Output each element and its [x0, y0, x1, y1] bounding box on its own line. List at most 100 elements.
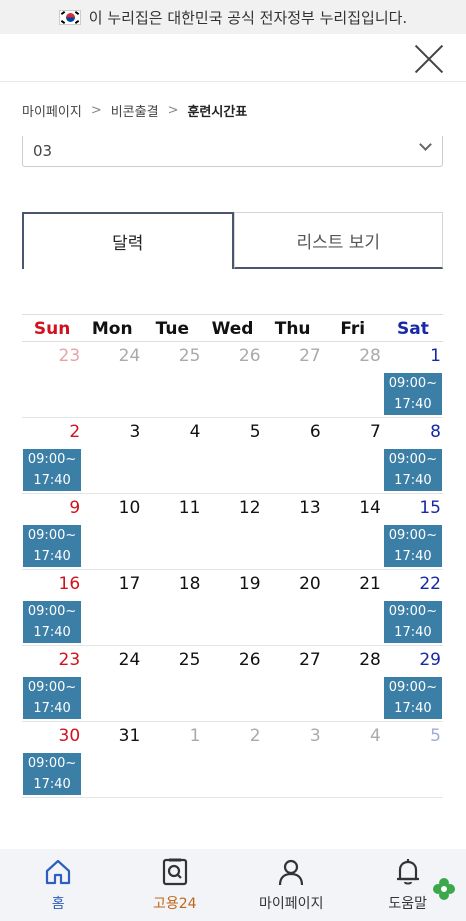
- nav-mypage-label: 마이페이지: [259, 896, 324, 912]
- calendar-day-number: 4: [370, 726, 381, 746]
- weekday-sat: Sat: [396, 319, 429, 339]
- calendar-day[interactable]: 23: [22, 342, 82, 417]
- calendar-day[interactable]: 27: [263, 342, 323, 417]
- calendar-event[interactable]: 09:00~ 17:40: [383, 677, 442, 719]
- calendar-day-number: 22: [419, 574, 441, 594]
- weekday-thu: Thu: [274, 319, 311, 339]
- event-start-time: 09:00~: [27, 452, 77, 467]
- month-select-value: 03: [33, 142, 53, 160]
- calendar-day[interactable]: 9 09:00~ 17:40: [22, 494, 82, 569]
- calendar-event[interactable]: 09:00~ 17:40: [23, 753, 82, 795]
- calendar-day[interactable]: 25: [142, 342, 202, 417]
- calendar-day[interactable]: 10: [82, 494, 142, 569]
- calendar-day-number: 28: [359, 346, 381, 366]
- event-start-time: 09:00~: [388, 604, 438, 619]
- calendar-day[interactable]: 23 09:00~ 17:40: [22, 646, 82, 721]
- breadcrumb: 마이페이지 > 비콘출결 > 훈련시간표: [22, 101, 247, 120]
- close-icon[interactable]: [414, 44, 444, 74]
- clover-mascot-icon: [433, 878, 455, 900]
- calendar-event[interactable]: 09:00~ 17:40: [383, 373, 442, 415]
- calendar-day[interactable]: 16 09:00~ 17:40: [22, 570, 82, 645]
- calendar-day[interactable]: 5: [202, 418, 262, 493]
- calendar-day[interactable]: 2: [202, 722, 262, 797]
- calendar-day[interactable]: 24: [82, 342, 142, 417]
- calendar-event[interactable]: 09:00~ 17:40: [23, 677, 82, 719]
- calendar-day[interactable]: 27: [263, 646, 323, 721]
- bell-icon: [396, 859, 419, 885]
- calendar-day[interactable]: 15 09:00~ 17:40: [383, 494, 443, 569]
- event-start-time: 09:00~: [27, 756, 77, 771]
- breadcrumb-item-beacon[interactable]: 비콘출결: [111, 101, 159, 120]
- calendar-day[interactable]: 30 09:00~ 17:40: [22, 722, 82, 797]
- calendar-day[interactable]: 4: [323, 722, 383, 797]
- calendar-day[interactable]: 18: [142, 570, 202, 645]
- person-icon: [279, 859, 304, 886]
- calendar-day[interactable]: 4: [142, 418, 202, 493]
- calendar-day[interactable]: 1 09:00~ 17:40: [383, 342, 443, 417]
- calendar-day-number: 23: [58, 346, 81, 366]
- calendar-event[interactable]: 09:00~ 17:40: [23, 601, 82, 643]
- calendar-day[interactable]: 8 09:00~ 17:40: [383, 418, 443, 493]
- tab-list[interactable]: 리스트 보기: [233, 212, 443, 269]
- gov-banner: 이 누리집은 대한민국 공식 전자정부 누리집입니다.: [0, 0, 466, 34]
- calendar-day[interactable]: 28: [323, 646, 383, 721]
- calendar-day[interactable]: 31: [82, 722, 142, 797]
- calendar-day-number: 3: [309, 726, 321, 746]
- calendar-day[interactable]: 11: [142, 494, 202, 569]
- calendar-day-number: 28: [359, 650, 381, 670]
- calendar-event[interactable]: 09:00~ 17:40: [383, 525, 442, 567]
- calendar-week: 9 09:00~ 17:40 10 11 12 13 14 15 09:00~ 17:40: [22, 494, 443, 570]
- nav-work24[interactable]: 고용24: [117, 849, 234, 921]
- calendar-day-number: 7: [370, 422, 381, 442]
- calendar-day[interactable]: 19: [202, 570, 262, 645]
- calendar-day[interactable]: 21: [323, 570, 383, 645]
- calendar-day[interactable]: 6: [263, 418, 323, 493]
- month-select[interactable]: 03: [22, 136, 443, 167]
- calendar-event[interactable]: 09:00~ 17:40: [383, 449, 442, 491]
- calendar-event[interactable]: 09:00~ 17:40: [23, 449, 82, 491]
- tab-calendar[interactable]: 달력: [22, 212, 234, 269]
- breadcrumb-item-mypage[interactable]: 마이페이지: [22, 101, 82, 120]
- calendar-day[interactable]: 3: [263, 722, 323, 797]
- calendar-day-number: 2: [249, 726, 261, 746]
- calendar-day[interactable]: 29 09:00~ 17:40: [383, 646, 443, 721]
- calendar-day[interactable]: 2 09:00~ 17:40: [22, 418, 82, 493]
- calendar-day[interactable]: 24: [82, 646, 142, 721]
- calendar-day[interactable]: 5: [383, 722, 443, 797]
- chevron-down-icon: [419, 138, 432, 151]
- calendar-day[interactable]: 14: [323, 494, 383, 569]
- event-start-time: 09:00~: [27, 528, 77, 543]
- event-start-time: 09:00~: [388, 680, 438, 695]
- calendar-day[interactable]: 20: [263, 570, 323, 645]
- event-end-time: 17:40: [33, 625, 71, 640]
- calendar-day-number: 24: [118, 650, 141, 670]
- calendar-day-number: 11: [178, 498, 201, 518]
- calendar-day[interactable]: 12: [202, 494, 262, 569]
- calendar-day-number: 1: [430, 346, 441, 366]
- calendar-day-number: 27: [299, 650, 321, 670]
- nav-home[interactable]: 홈: [0, 849, 117, 921]
- calendar-day-number: 15: [419, 498, 441, 518]
- calendar-day-number: 17: [118, 574, 141, 594]
- nav-help-label: 도움말: [388, 896, 428, 912]
- weekday-tue: Tue: [155, 319, 190, 339]
- calendar-day[interactable]: 28: [323, 342, 383, 417]
- calendar-day[interactable]: 25: [142, 646, 202, 721]
- calendar-day[interactable]: 17: [82, 570, 142, 645]
- calendar-event[interactable]: 09:00~ 17:40: [23, 525, 82, 567]
- event-end-time: 17:40: [394, 397, 432, 412]
- view-tabs: 달력 리스트 보기: [22, 212, 443, 269]
- event-end-time: 17:40: [33, 701, 71, 716]
- calendar-day-number: 3: [129, 422, 141, 442]
- calendar-weekday-header: Sun Mon Tue Wed Thu Fri Sat: [22, 314, 443, 342]
- calendar-day[interactable]: 7: [323, 418, 383, 493]
- calendar-day[interactable]: 26: [202, 646, 262, 721]
- calendar-day[interactable]: 3: [82, 418, 142, 493]
- calendar-day[interactable]: 22 09:00~ 17:40: [383, 570, 443, 645]
- bottom-nav: 홈 고용24 마이페이지 도움말: [0, 849, 466, 921]
- calendar-day[interactable]: 13: [263, 494, 323, 569]
- nav-mypage[interactable]: 마이페이지: [233, 849, 350, 921]
- calendar-event[interactable]: 09:00~ 17:40: [383, 601, 442, 643]
- calendar-day[interactable]: 26: [202, 342, 262, 417]
- calendar-day[interactable]: 1: [142, 722, 202, 797]
